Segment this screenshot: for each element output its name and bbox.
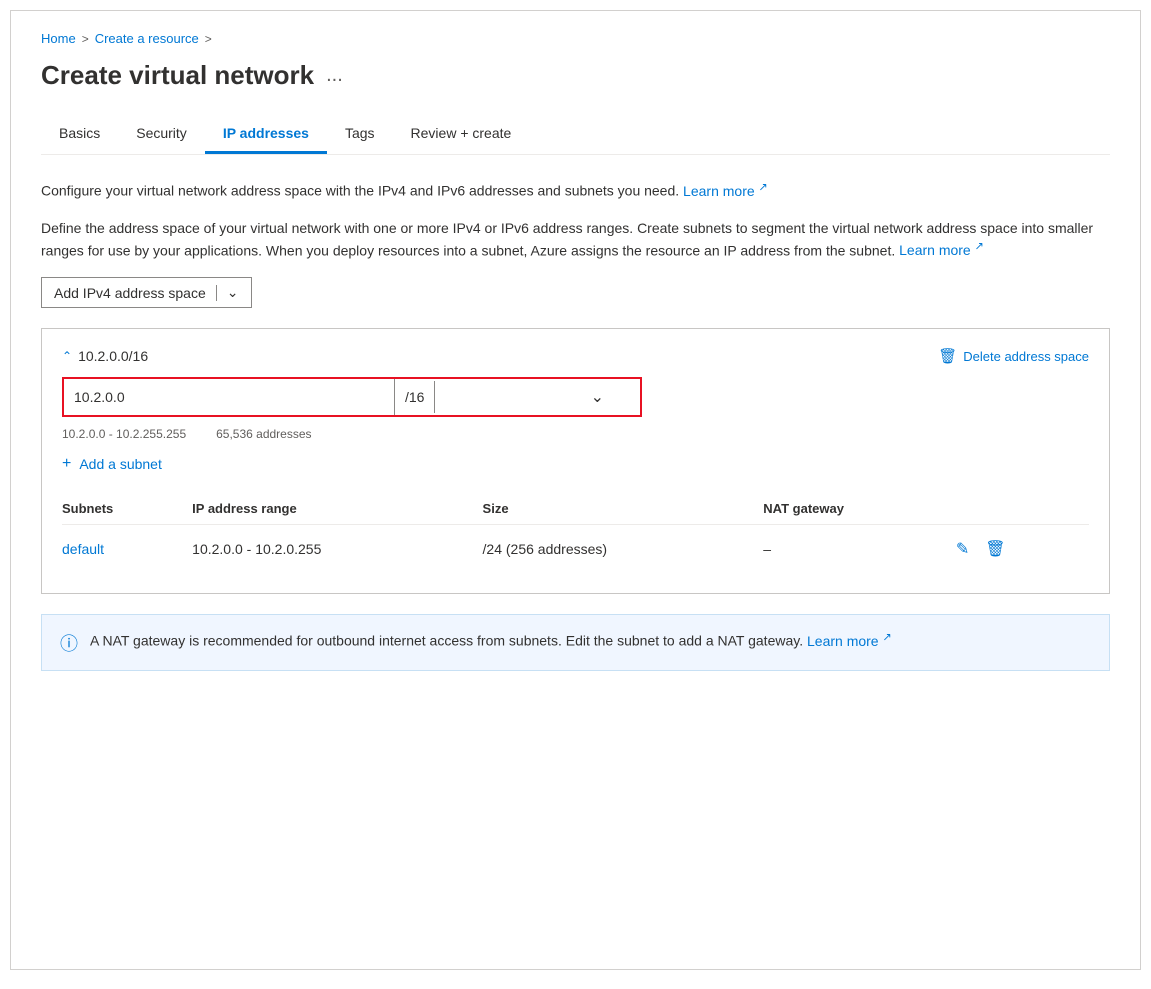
learn-more-nat-link[interactable]: Learn more ↗ <box>807 633 892 649</box>
edit-subnet-button[interactable]: ✎ <box>954 537 971 561</box>
ext-link-icon-nat: ↗ <box>882 631 891 643</box>
chevron-down-icon: ⌄ <box>591 387 604 407</box>
trash-icon-header: 🗑 <box>938 347 957 365</box>
ext-link-icon-1: ↗ <box>759 181 768 193</box>
subnet-size-cell: /24 (256 addresses) <box>483 525 764 574</box>
tab-basics[interactable]: Basics <box>41 115 118 154</box>
page-title: Create virtual network <box>41 60 314 91</box>
cidr-select-wrapper: /16 ⌄ <box>394 379 614 415</box>
th-subnets: Subnets <box>62 493 192 525</box>
th-ip-range: IP address range <box>192 493 482 525</box>
table-row: default 10.2.0.0 - 10.2.0.255 /24 (256 a… <box>62 525 1089 574</box>
learn-more-2-link[interactable]: Learn more ↗ <box>899 242 984 258</box>
add-btn-container: Add IPv4 address space ⌄ <box>41 277 1110 308</box>
delete-address-label: Delete address space <box>963 349 1089 364</box>
subnet-nat-cell: – <box>763 525 954 574</box>
breadcrumb-create-resource[interactable]: Create a resource <box>95 31 199 46</box>
breadcrumb-home[interactable]: Home <box>41 31 76 46</box>
info-circle-icon: ⓘ <box>60 630 78 656</box>
add-subnet-link[interactable]: + Add a subnet <box>62 455 1089 473</box>
collapse-icon[interactable]: ⌃ <box>62 349 72 363</box>
info-box-text: A NAT gateway is recommended for outboun… <box>90 629 892 652</box>
subnet-actions-cell: ✎ 🗑 <box>954 525 1089 573</box>
subnets-table: Subnets IP address range Size NAT gatewa… <box>62 493 1089 573</box>
delete-address-space-link[interactable]: 🗑 Delete address space <box>938 347 1089 365</box>
subnet-ip-range-cell: 10.2.0.0 - 10.2.0.255 <box>192 525 482 574</box>
plus-icon: + <box>62 455 71 473</box>
ext-link-icon-2: ↗ <box>975 241 984 253</box>
add-ipv4-label: Add IPv4 address space <box>54 285 206 301</box>
description-1: Configure your virtual network address s… <box>41 179 1110 202</box>
ellipsis-menu[interactable]: ... <box>326 64 343 87</box>
address-count: 65,536 addresses <box>216 427 311 441</box>
add-subnet-label: Add a subnet <box>79 456 162 472</box>
tab-bar: Basics Security IP addresses Tags Review… <box>41 115 1110 155</box>
address-space-block: ⌃ 10.2.0.0/16 🗑 Delete address space /16… <box>41 328 1110 594</box>
tab-security[interactable]: Security <box>118 115 205 154</box>
th-size: Size <box>483 493 764 525</box>
tab-review-create[interactable]: Review + create <box>393 115 530 154</box>
ip-input-row: /16 ⌄ <box>62 377 642 417</box>
tab-ip-addresses[interactable]: IP addresses <box>205 115 327 154</box>
page-title-container: Create virtual network ... <box>41 60 1110 91</box>
subnet-name-link[interactable]: default <box>62 541 104 557</box>
breadcrumb-sep1: > <box>82 32 89 46</box>
cidr-dropdown[interactable]: ⌄ <box>435 379 614 415</box>
dropdown-chevron-icon: ⌄ <box>227 284 239 301</box>
ip-range-info: 10.2.0.0 - 10.2.255.255 65,536 addresses <box>62 427 1089 441</box>
th-actions <box>954 493 1089 525</box>
button-divider <box>216 285 217 301</box>
learn-more-1-link[interactable]: Learn more ↗ <box>683 183 768 199</box>
subnet-name-cell: default <box>62 525 192 574</box>
address-block-header: ⌃ 10.2.0.0/16 🗑 Delete address space <box>62 347 1089 365</box>
breadcrumb-sep2: > <box>205 32 212 46</box>
cidr-prefix: /16 <box>395 381 435 413</box>
info-box: ⓘ A NAT gateway is recommended for outbo… <box>41 614 1110 671</box>
add-ipv4-button[interactable]: Add IPv4 address space ⌄ <box>41 277 252 308</box>
description-2: Define the address space of your virtual… <box>41 218 1110 262</box>
tab-tags[interactable]: Tags <box>327 115 393 154</box>
ip-address-input[interactable] <box>64 379 394 415</box>
delete-subnet-button[interactable]: 🗑 <box>983 537 1007 561</box>
ip-range-text: 10.2.0.0 - 10.2.255.255 <box>62 427 186 441</box>
th-nat-gateway: NAT gateway <box>763 493 954 525</box>
breadcrumb: Home > Create a resource > <box>41 31 1110 46</box>
address-range-label: 10.2.0.0/16 <box>78 348 148 364</box>
